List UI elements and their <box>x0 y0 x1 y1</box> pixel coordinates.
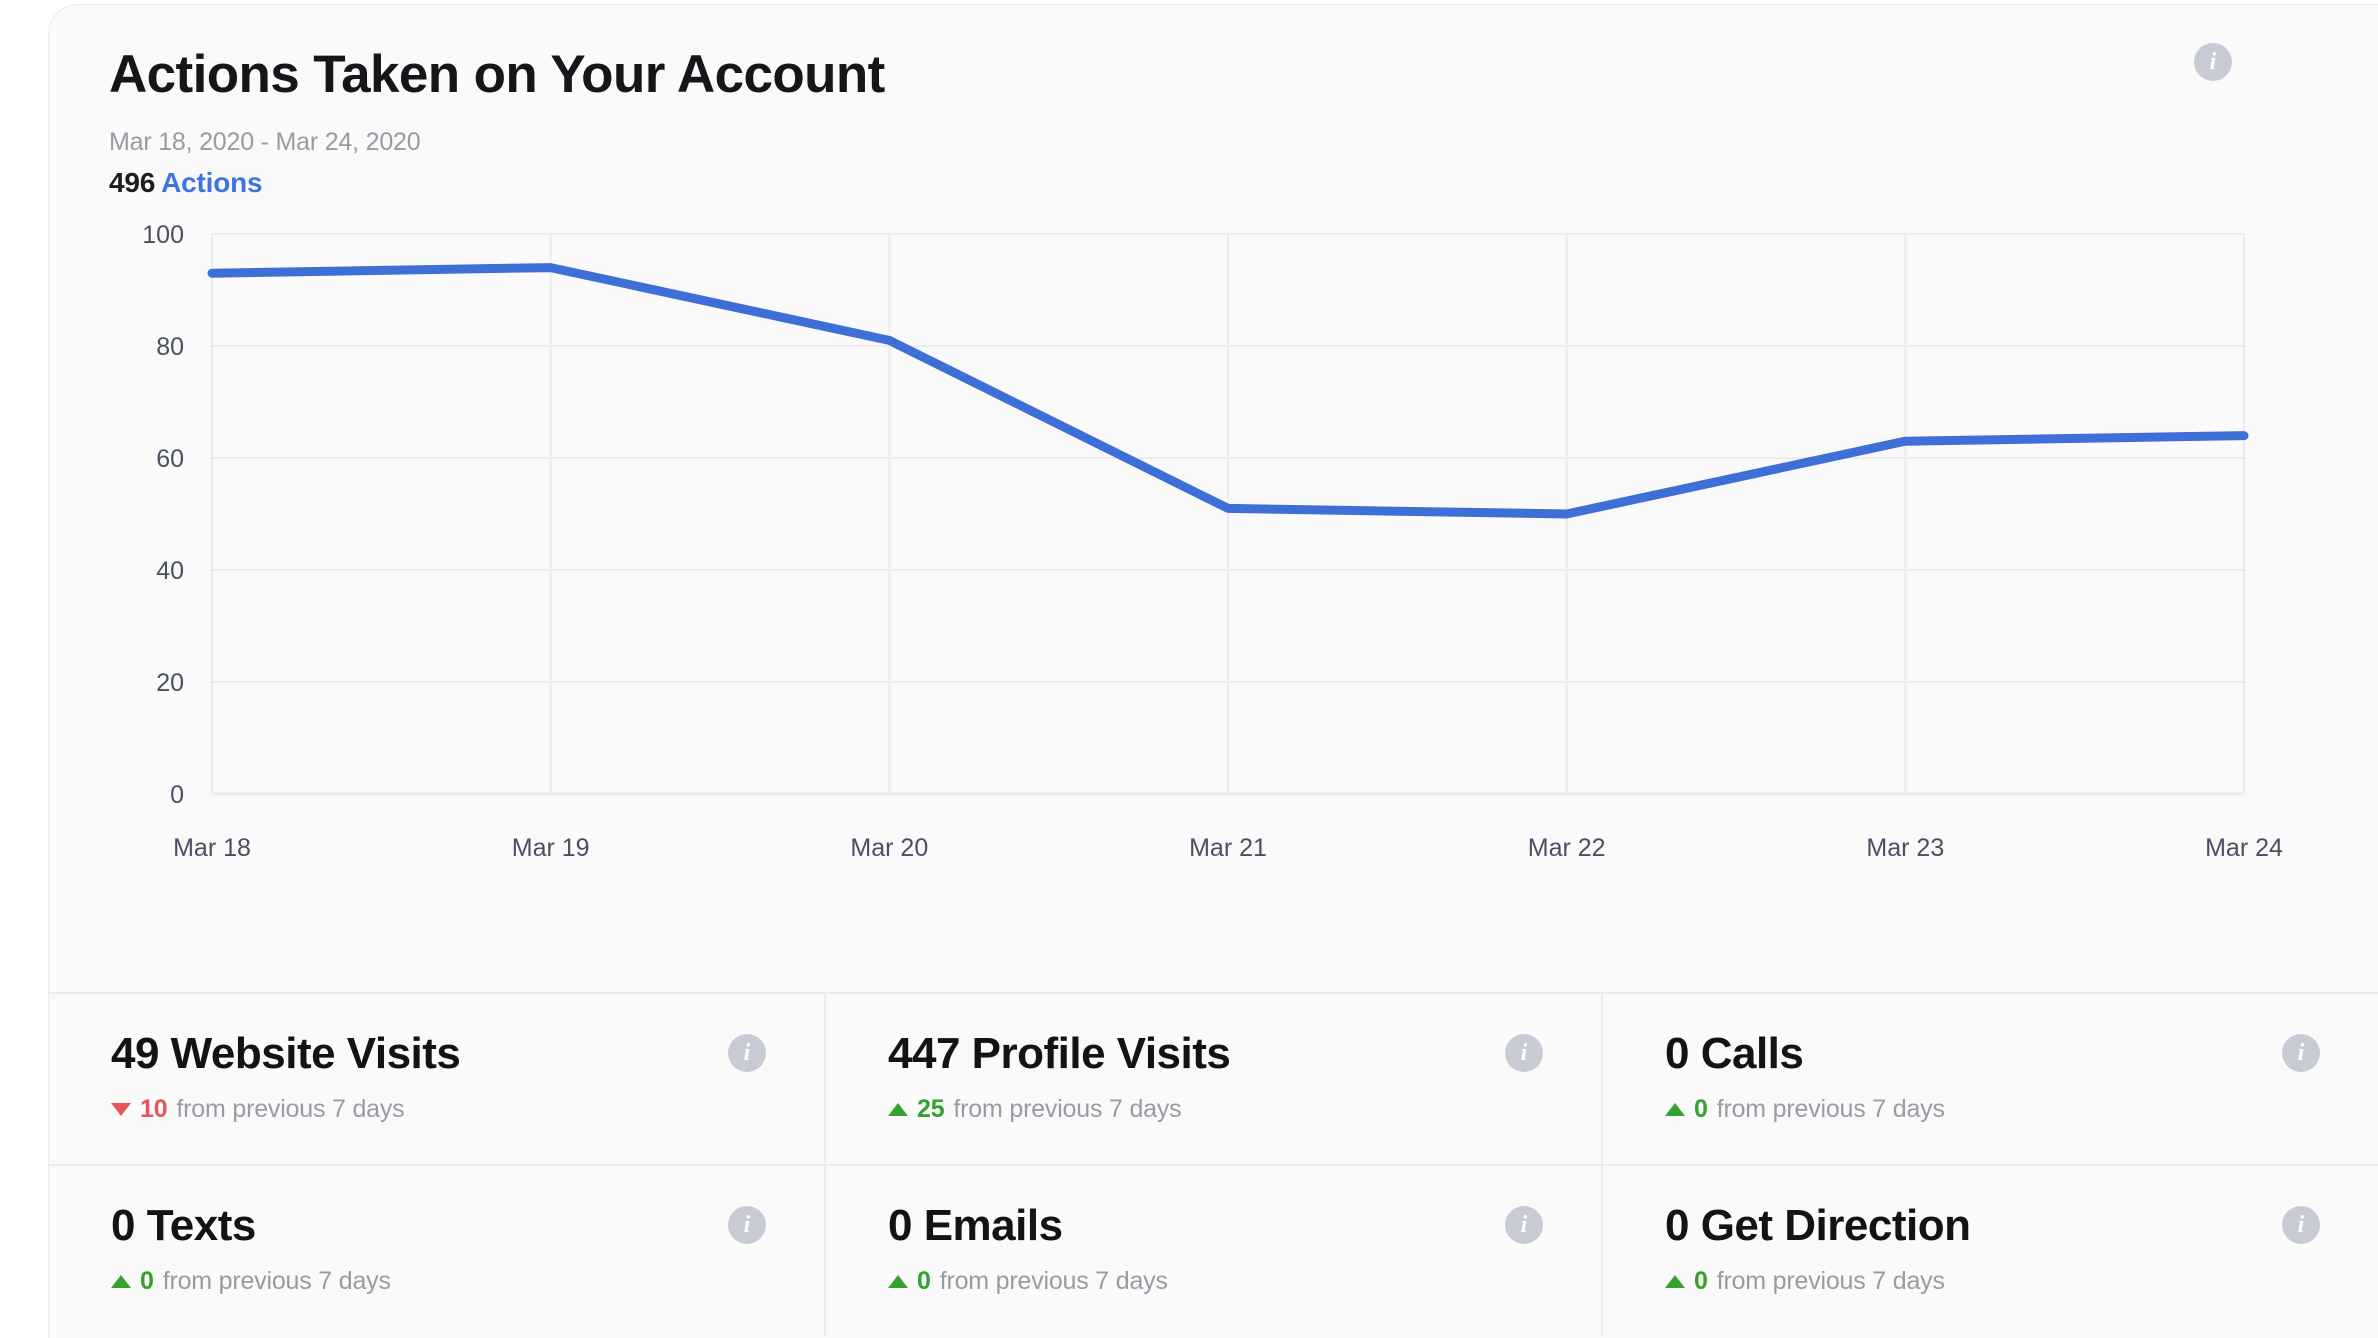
stat-delta-suffix: from previous 7 days <box>939 1266 1168 1295</box>
info-icon[interactable]: i <box>1505 1034 1543 1072</box>
arrow-up-icon <box>1665 1102 1685 1116</box>
y-axis-tick-label: 60 <box>156 445 184 473</box>
y-axis-tick-label: 40 <box>156 557 184 585</box>
x-axis-tick-label: Mar 21 <box>1189 834 1267 862</box>
date-range-label: Mar 18, 2020 - Mar 24, 2020 <box>109 127 421 156</box>
stat-card[interactable]: 0 Get Direction 0 from previous 7 days i <box>1601 1166 2378 1336</box>
stat-delta-value: 25 <box>917 1094 945 1123</box>
stat-card[interactable]: 0 Calls 0 from previous 7 days i <box>1601 994 2378 1164</box>
stat-grid: 49 Website Visits 10 from previous 7 days i… <box>49 992 2378 1336</box>
stat-card-delta: 0 from previous 7 days <box>1665 1267 2378 1296</box>
info-icon[interactable]: i <box>728 1206 766 1244</box>
stat-delta-suffix: from previous 7 days <box>1716 1094 1945 1123</box>
page-root: Actions Taken on Your Account Mar 18, 20… <box>0 0 2378 1338</box>
stat-row: 0 Texts 0 from previous 7 days i 0 Emails 0 fr… <box>49 1164 2378 1336</box>
info-icon[interactable]: i <box>2194 43 2232 81</box>
stat-card-title: 0 Emails <box>888 1201 1063 1250</box>
stat-delta-value: 0 <box>1694 1266 1708 1295</box>
stat-delta-value: 0 <box>1694 1094 1708 1123</box>
stat-card-delta: 0 from previous 7 days <box>111 1267 824 1296</box>
actions-line-chart: 0 20 40 60 80 100 Mar 18 Mar 19 Mar 20 Mar 21 Mar… <box>49 221 2378 956</box>
insights-panel: Actions Taken on Your Account Mar 18, 20… <box>48 4 2378 1338</box>
stat-row: 49 Website Visits 10 from previous 7 days i… <box>49 994 2378 1164</box>
stat-card-title: 447 Profile Visits <box>888 1029 1231 1078</box>
stat-delta-suffix: from previous 7 days <box>953 1094 1182 1123</box>
chart-gridlines <box>211 232 2245 796</box>
stat-card[interactable]: 0 Texts 0 from previous 7 days i <box>49 1166 824 1336</box>
y-axis-tick-label: 20 <box>156 669 184 697</box>
arrow-up-icon <box>111 1274 131 1288</box>
stat-card-title: 0 Calls <box>1665 1029 1804 1078</box>
arrow-up-icon <box>1665 1274 1685 1288</box>
stat-card-delta: 0 from previous 7 days <box>1665 1095 2378 1124</box>
info-icon[interactable]: i <box>1505 1206 1543 1244</box>
arrow-up-icon <box>888 1274 908 1288</box>
chart-xticks: Mar 18 Mar 19 Mar 20 Mar 21 Mar 22 Mar 23 Mar … <box>173 834 2283 862</box>
stat-card-delta: 10 from previous 7 days <box>111 1095 824 1124</box>
actions-summary: 496 Actions <box>109 167 2378 199</box>
stat-delta-value: 0 <box>917 1266 931 1295</box>
stat-card-delta: 0 from previous 7 days <box>888 1267 1601 1296</box>
info-icon[interactable]: i <box>2282 1034 2320 1072</box>
chart-yticks: 0 20 40 60 80 100 <box>142 221 184 809</box>
stat-card[interactable]: 49 Website Visits 10 from previous 7 days i <box>49 994 824 1164</box>
stat-delta-value: 0 <box>140 1266 154 1295</box>
stat-card[interactable]: 0 Emails 0 from previous 7 days i <box>824 1166 1601 1336</box>
panel-header: Actions Taken on Your Account Mar 18, 20… <box>49 5 2378 199</box>
stat-card[interactable]: 447 Profile Visits 25 from previous 7 days… <box>824 994 1601 1164</box>
stat-delta-suffix: from previous 7 days <box>1716 1266 1945 1295</box>
x-axis-tick-label: Mar 18 <box>173 834 251 862</box>
page-title: Actions Taken on Your Account <box>109 45 885 104</box>
stat-card-title: 0 Get Direction <box>1665 1201 1971 1250</box>
stat-delta-value: 10 <box>140 1094 168 1123</box>
arrow-up-icon <box>888 1102 908 1116</box>
stat-delta-suffix: from previous 7 days <box>162 1266 391 1295</box>
stat-card-title: 49 Website Visits <box>111 1029 461 1078</box>
chart-svg: 020406080100 Mar 18 Mar 19 Mar 20 Mar 21 Mar… <box>142 221 2283 862</box>
info-icon[interactable]: i <box>728 1034 766 1072</box>
x-axis-tick-label: Mar 20 <box>850 834 928 862</box>
stat-delta-suffix: from previous 7 days <box>176 1094 405 1123</box>
y-axis-tick-label: 80 <box>156 333 184 361</box>
info-icon[interactable]: i <box>2282 1206 2320 1244</box>
stat-card-title: 0 Texts <box>111 1201 256 1250</box>
y-axis-tick-label: 0 <box>170 781 184 809</box>
y-axis-tick-label: 100 <box>142 221 184 249</box>
arrow-down-icon <box>111 1102 131 1116</box>
x-axis-tick-label: Mar 19 <box>512 834 590 862</box>
x-axis-tick-label: Mar 23 <box>1866 834 1944 862</box>
stat-card-delta: 25 from previous 7 days <box>888 1095 1601 1124</box>
x-axis-tick-label: Mar 22 <box>1528 834 1606 862</box>
actions-count: 496 <box>109 166 156 198</box>
actions-label: Actions <box>161 166 263 198</box>
x-axis-tick-label: Mar 24 <box>2205 834 2283 862</box>
